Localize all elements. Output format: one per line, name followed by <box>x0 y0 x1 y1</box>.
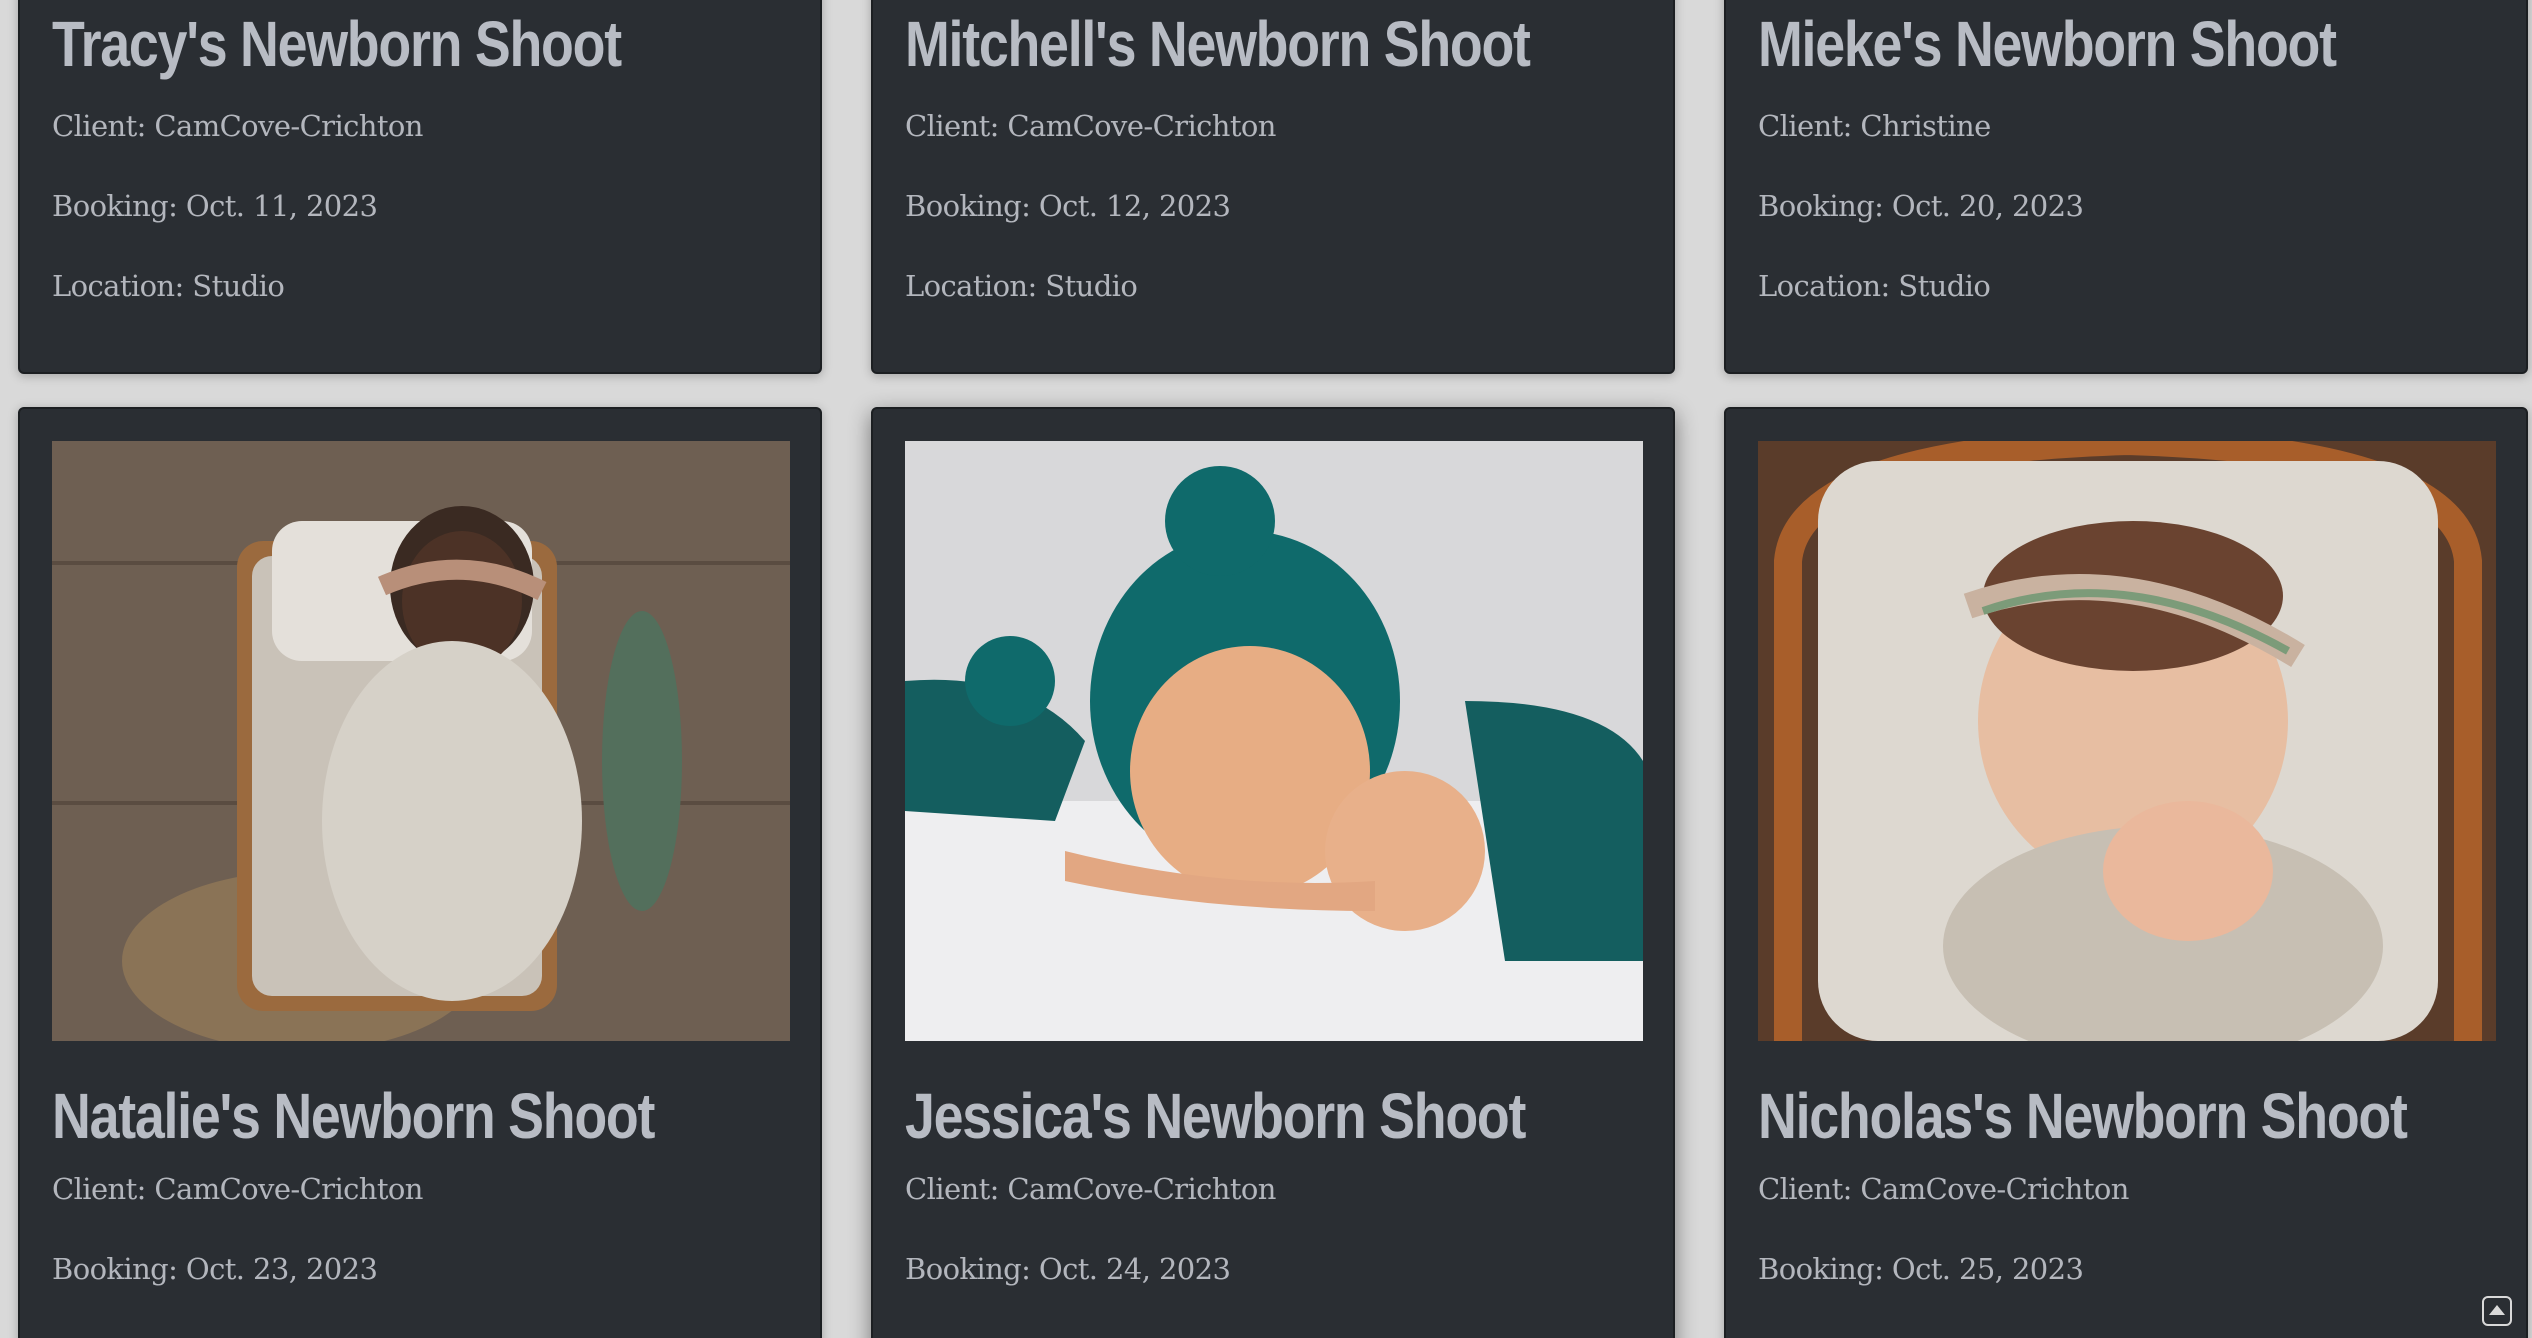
shoot-title[interactable]: Tracy's Newborn Shoot <box>52 12 670 76</box>
shoot-client: Client: Christine <box>1758 109 1991 143</box>
shoot-location: Location: Studio <box>1758 269 1991 303</box>
shoot-booking: Booking: Oct. 20, 2023 <box>1758 189 2084 223</box>
shoot-booking: Booking: Oct. 24, 2023 <box>905 1252 1231 1286</box>
shoot-location: Location: Studio <box>905 269 1138 303</box>
chevron-up-icon <box>2489 1305 2505 1315</box>
shoot-card-mieke[interactable]: Mieke's Newborn Shoot Client: Christine … <box>1724 0 2528 374</box>
shoot-grid: Tracy's Newborn Shoot Client: CamCove-Cr… <box>0 0 2532 1338</box>
shoot-booking: Booking: Oct. 12, 2023 <box>905 189 1231 223</box>
shoot-title[interactable]: Jessica's Newborn Shoot <box>905 1084 1526 1148</box>
shoot-booking: Booking: Oct. 25, 2023 <box>1758 1252 2084 1286</box>
shoot-client: Client: CamCove-Crichton <box>52 1172 423 1206</box>
shoot-card-nicholas[interactable]: Nicholas's Newborn Shoot Client: CamCove… <box>1724 407 2528 1338</box>
shoot-photo[interactable] <box>52 441 790 1041</box>
shoot-title[interactable]: Mitchell's Newborn Shoot <box>905 12 1531 76</box>
shoot-photo[interactable] <box>905 441 1643 1041</box>
shoot-title[interactable]: Natalie's Newborn Shoot <box>52 1084 670 1148</box>
shoot-booking: Booking: Oct. 11, 2023 <box>52 189 378 223</box>
shoot-client: Client: CamCove-Crichton <box>1758 1172 2129 1206</box>
shoot-card-tracy[interactable]: Tracy's Newborn Shoot Client: CamCove-Cr… <box>18 0 822 374</box>
shoot-client: Client: CamCove-Crichton <box>905 109 1276 143</box>
shoot-photo[interactable] <box>1758 441 2496 1041</box>
shoot-client: Client: CamCove-Crichton <box>905 1172 1276 1206</box>
shoot-client: Client: CamCove-Crichton <box>52 109 423 143</box>
shoot-card-mitchell[interactable]: Mitchell's Newborn Shoot Client: CamCove… <box>871 0 1675 374</box>
shoot-location: Location: Studio <box>52 269 285 303</box>
shoot-title[interactable]: Mieke's Newborn Shoot <box>1758 12 2376 76</box>
shoot-card-jessica[interactable]: Jessica's Newborn Shoot Client: CamCove-… <box>871 407 1675 1338</box>
shoot-booking: Booking: Oct. 23, 2023 <box>52 1252 378 1286</box>
scroll-to-top-button[interactable] <box>2482 1296 2512 1326</box>
shoot-card-natalie[interactable]: Natalie's Newborn Shoot Client: CamCove-… <box>18 407 822 1338</box>
shoot-title[interactable]: Nicholas's Newborn Shoot <box>1758 1084 2408 1148</box>
